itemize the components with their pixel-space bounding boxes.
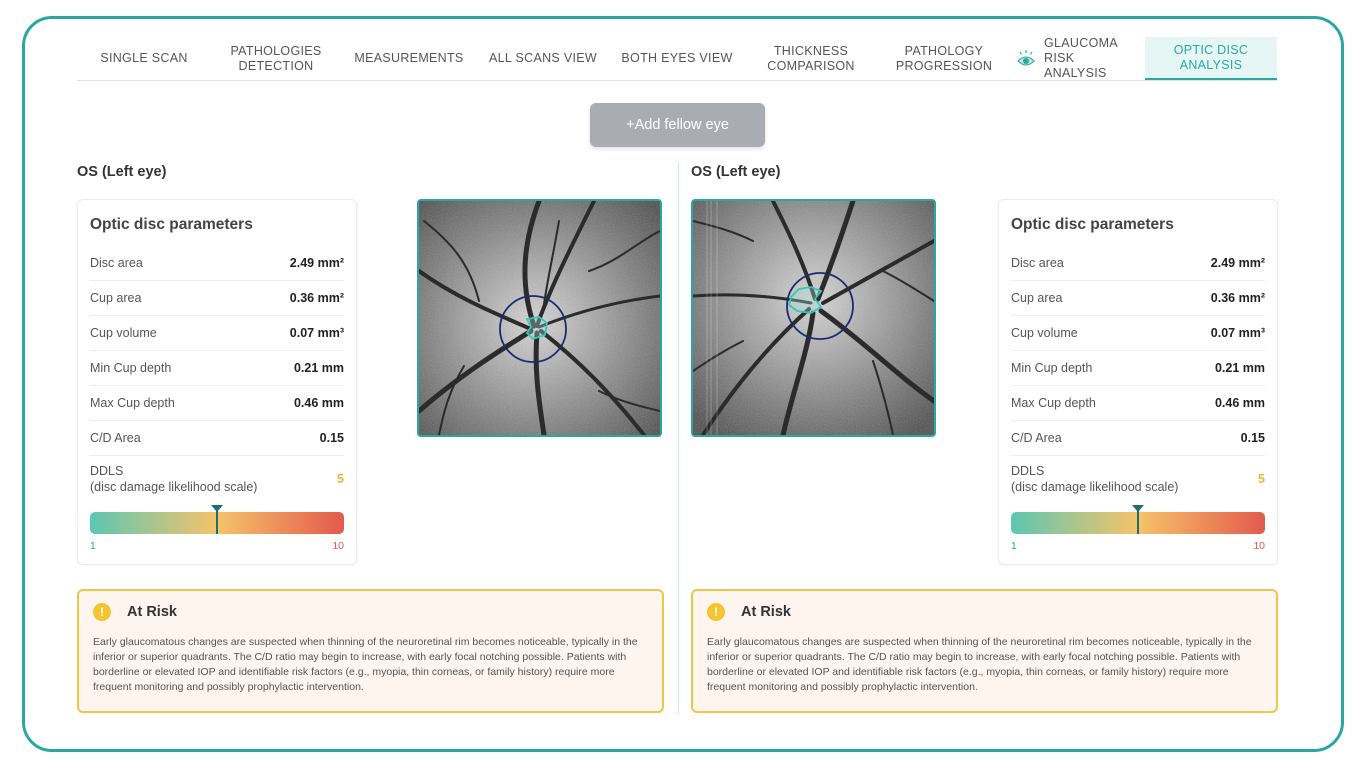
ddls-marker [1132,505,1144,534]
param-label: Cup area [1011,291,1063,305]
tab-label: PATHOLOGIES DETECTION [230,43,322,73]
param-row-min-cup-depth: Min Cup depth 0.21 mm [1011,351,1265,386]
tab-label: MEASUREMENTS [354,51,464,65]
param-row-ddls: DDLS (disc damage likelihood scale) 5 [90,456,344,502]
warning-icon: ! [707,603,725,621]
param-label: Min Cup depth [1011,361,1093,375]
tab-glaucoma-risk-analysis[interactable]: GLAUCOMA RISK ANALYSIS [1011,36,1145,80]
param-row-cup-area: Cup area 0.36 mm² [1011,281,1265,316]
warning-icon: ! [93,603,111,621]
eye-title: OS (Left eye) [77,164,167,180]
fundus-image[interactable] [417,199,662,437]
param-row-cup-volume: Cup volume 0.07 mm³ [90,316,344,351]
param-row-ddls: DDLS (disc damage likelihood scale) 5 [1011,456,1265,502]
param-label: C/D Area [90,431,141,445]
param-value: 0.15 [1240,431,1265,445]
fundus-image[interactable] [691,199,936,437]
param-row-cup-area: Cup area 0.36 mm² [90,281,344,316]
param-label: Cup volume [90,326,157,340]
param-value: 0.07 mm³ [1210,326,1265,340]
risk-alert-card: ! At Risk Early glaucomatous changes are… [77,589,664,713]
tab-label: OPTIC DISC ANALYSIS [1173,42,1249,72]
param-label: Disc area [90,256,143,270]
param-label: Cup volume [1011,326,1078,340]
tab-label: PATHOLOGY PROGRESSION [895,43,993,73]
eye-icon [1016,49,1036,69]
param-value: 2.49 mm² [289,256,344,270]
param-row-cd-area: C/D Area 0.15 [90,421,344,456]
param-label: C/D Area [1011,431,1062,445]
param-value: 0.07 mm³ [289,326,344,340]
ddls-sublabel: (disc damage likelihood scale) [90,480,258,494]
param-row-cd-area: C/D Area 0.15 [1011,421,1265,456]
optic-disc-parameters-card: Optic disc parameters Disc area 2.49 mm² … [998,199,1278,565]
tab-thickness-comparison[interactable]: THICKNESS COMPARISON [745,37,877,80]
risk-title: At Risk [741,604,791,620]
ddls-label: DDLS [90,464,124,478]
tab-label: GLAUCOMA RISK ANALYSIS [1044,36,1118,80]
tab-label: THICKNESS COMPARISON [767,43,855,73]
eye-title: OS (Left eye) [691,164,781,180]
param-label: Max Cup depth [1011,396,1096,410]
ddls-scale-labels: 1 10 [1011,540,1265,552]
tab-optic-disc-analysis[interactable]: OPTIC DISC ANALYSIS [1145,37,1277,80]
param-row-disc-area: Disc area 2.49 mm² [1011,246,1265,281]
ddls-marker [211,505,223,534]
param-value: 0.46 mm [1214,396,1265,410]
tab-measurements[interactable]: MEASUREMENTS [341,37,477,80]
param-value: 0.21 mm [1214,361,1265,375]
param-label: Max Cup depth [90,396,175,410]
ddls-label-group: DDLS (disc damage likelihood scale) [1011,463,1178,495]
risk-header: ! At Risk [707,603,1262,621]
scale-min: 1 [90,540,96,552]
param-row-min-cup-depth: Min Cup depth 0.21 mm [90,351,344,386]
tab-label: BOTH EYES VIEW [621,51,733,65]
param-row-cup-volume: Cup volume 0.07 mm³ [1011,316,1265,351]
ddls-scale-labels: 1 10 [90,540,344,552]
param-row-disc-area: Disc area 2.49 mm² [90,246,344,281]
tab-label: ALL SCANS VIEW [489,51,597,65]
panel-divider [678,162,679,714]
fundus-scan-graphic [693,201,934,435]
ddls-value: 5 [1258,472,1265,486]
ddls-scale-bar [1011,505,1265,534]
scale-max: 10 [1253,540,1265,552]
tab-label: SINGLE SCAN [100,51,188,65]
param-value: 0.36 mm² [289,291,344,305]
param-label: Cup area [90,291,142,305]
fundus-scan-graphic [419,201,660,435]
tab-pathology-progression[interactable]: PATHOLOGY PROGRESSION [877,37,1011,80]
risk-header: ! At Risk [93,603,648,621]
param-value: 0.36 mm² [1210,291,1265,305]
tab-single-scan[interactable]: SINGLE SCAN [77,37,211,80]
param-row-max-cup-depth: Max Cup depth 0.46 mm [90,386,344,421]
ddls-label: DDLS [1011,464,1045,478]
param-label: Min Cup depth [90,361,172,375]
param-value: 0.15 [319,431,344,445]
card-title: Optic disc parameters [90,216,253,233]
add-fellow-eye-button[interactable]: +Add fellow eye [590,103,765,147]
ddls-value: 5 [337,472,344,486]
tab-all-scans-view[interactable]: ALL SCANS VIEW [477,37,609,80]
risk-title: At Risk [127,604,177,620]
param-value: 0.21 mm [293,361,344,375]
tab-bar: SINGLE SCAN PATHOLOGIES DETECTION MEASUR… [77,36,1277,81]
optic-disc-parameters-card: Optic disc parameters Disc area 2.49 mm² … [77,199,357,565]
risk-description: Early glaucomatous changes are suspected… [93,636,638,693]
tab-pathologies-detection[interactable]: PATHOLOGIES DETECTION [211,37,341,80]
tab-both-eyes-view[interactable]: BOTH EYES VIEW [609,37,745,80]
param-value: 2.49 mm² [1210,256,1265,270]
param-label: Disc area [1011,256,1064,270]
card-title: Optic disc parameters [1011,216,1174,233]
ddls-scale-bar [90,505,344,534]
app-frame: SINGLE SCAN PATHOLOGIES DETECTION MEASUR… [22,16,1344,752]
param-value: 0.46 mm [293,396,344,410]
scale-max: 10 [332,540,344,552]
param-row-max-cup-depth: Max Cup depth 0.46 mm [1011,386,1265,421]
scale-min: 1 [1011,540,1017,552]
risk-alert-card: ! At Risk Early glaucomatous changes are… [691,589,1278,713]
ddls-label-group: DDLS (disc damage likelihood scale) [90,463,257,495]
risk-description: Early glaucomatous changes are suspected… [707,636,1252,693]
ddls-sublabel: (disc damage likelihood scale) [1011,480,1179,494]
